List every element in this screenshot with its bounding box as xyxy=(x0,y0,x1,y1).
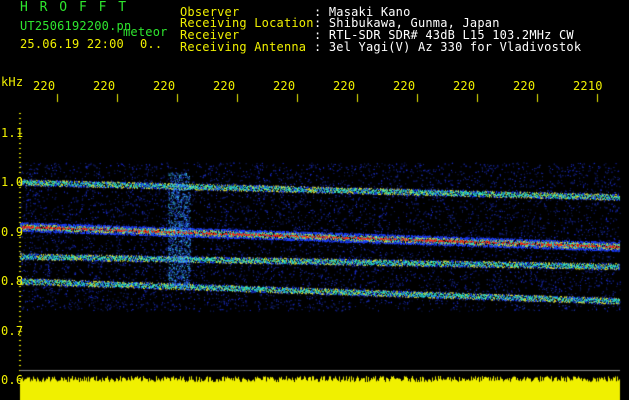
filename-label: UT2506192200.pn xyxy=(20,19,132,33)
x-tick-label: 220 xyxy=(153,79,176,93)
y-tick-label: 0.9 xyxy=(1,224,24,239)
y-axis-unit: kHz xyxy=(1,75,24,89)
x-tick-label: 220 xyxy=(273,79,296,93)
app-title: H R O F F T xyxy=(20,0,129,15)
y-tick-label: 1.0 xyxy=(1,175,24,190)
x-tick-label: 220 xyxy=(333,79,356,93)
y-tick-label: 0.8 xyxy=(1,274,24,289)
spectrogram-canvas xyxy=(0,0,629,400)
antenna-label: Receiving Antenna xyxy=(180,40,307,54)
antenna-value: : 3el Yagi(V) Az 330 for Vladivostok xyxy=(314,40,582,54)
x-tick-label: 220 xyxy=(393,79,416,93)
x-tick-label: 220 xyxy=(33,79,56,93)
x-tick-label: 220 xyxy=(93,79,116,93)
y-tick-label: 0.6 xyxy=(1,373,24,387)
datetime-label: 25.06.19 22:00 xyxy=(20,37,124,51)
y-tick-label: 0.7 xyxy=(1,323,24,338)
x-tick-label: 220 xyxy=(453,79,476,93)
counter-label: 0.. xyxy=(140,37,163,51)
x-tick-label: 220 xyxy=(513,79,536,93)
x-tick-label: 2210 xyxy=(573,79,603,93)
y-tick-label: 1.1 xyxy=(1,125,24,140)
x-tick-label: 220 xyxy=(213,79,236,93)
